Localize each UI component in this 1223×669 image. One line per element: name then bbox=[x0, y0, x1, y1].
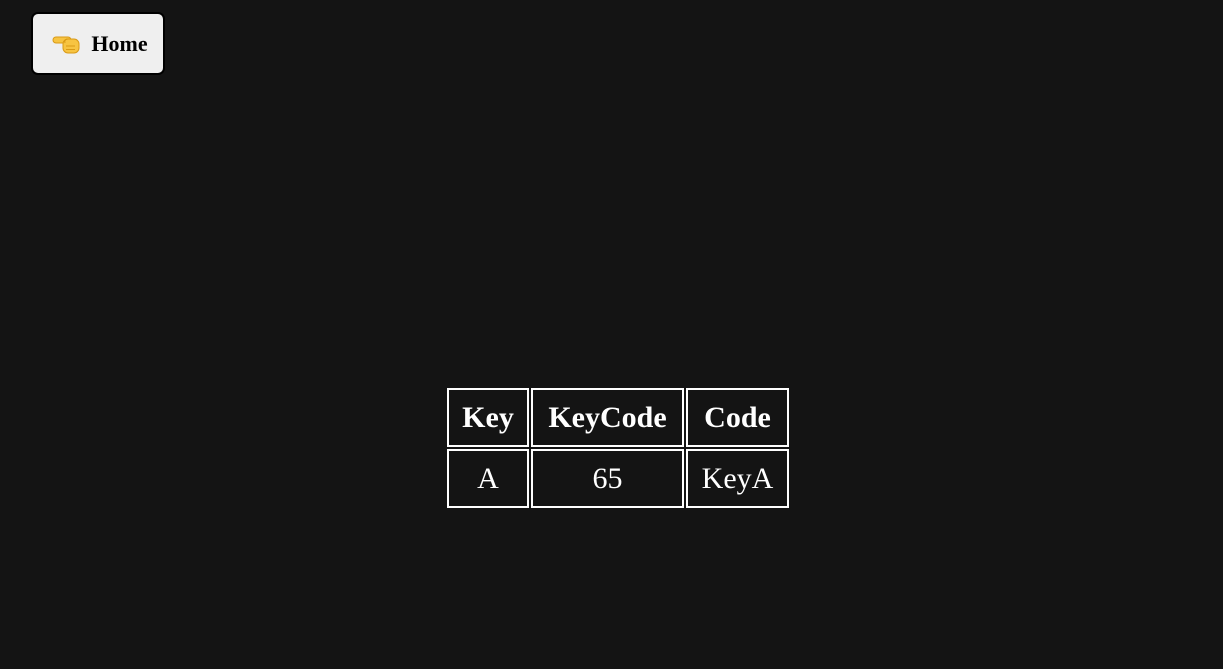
cell-key: A bbox=[447, 449, 529, 508]
header-keycode: KeyCode bbox=[531, 388, 684, 447]
header-code: Code bbox=[686, 388, 789, 447]
cell-code: KeyA bbox=[686, 449, 789, 508]
cell-keycode: 65 bbox=[531, 449, 684, 508]
table-header-row: Key KeyCode Code bbox=[447, 388, 789, 447]
table-row: A 65 KeyA bbox=[447, 449, 789, 508]
home-button-label: Home bbox=[91, 30, 148, 56]
pointing-hand-icon bbox=[52, 32, 82, 56]
home-button[interactable]: Home bbox=[31, 12, 165, 75]
key-info-table: Key KeyCode Code A 65 KeyA bbox=[445, 386, 791, 510]
header-key: Key bbox=[447, 388, 529, 447]
